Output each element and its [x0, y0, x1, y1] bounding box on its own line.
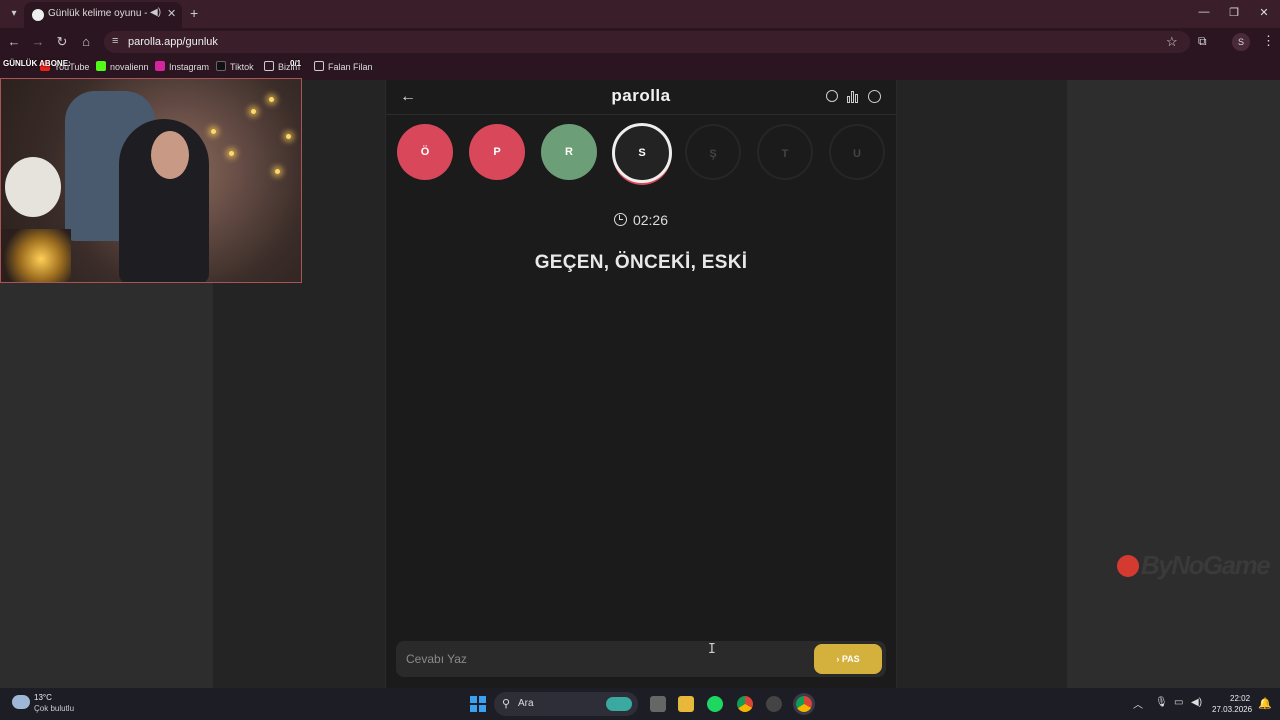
info-icon[interactable] — [826, 90, 838, 102]
bookmark-folder-falan-filan[interactable]: Falan Filan — [314, 61, 373, 72]
menu-icon[interactable]: ⋮ — [1262, 33, 1275, 49]
speaker-icon[interactable]: ◀) — [150, 7, 161, 18]
minimize-icon[interactable]: — — [1196, 6, 1212, 18]
clock-date[interactable]: 27.03.2026 — [1212, 705, 1252, 714]
subscriber-goal-counter: 0/1 — [290, 59, 302, 68]
timer: 02:26 — [386, 212, 896, 228]
profile-icon[interactable] — [868, 90, 881, 103]
letter-circle[interactable]: R — [541, 124, 597, 180]
profile-avatar[interactable]: S — [1232, 33, 1250, 51]
browser-tab[interactable]: Günlük kelime oyunu - parolla ◀) ✕ — [24, 2, 182, 28]
game-container: ← parolla Ö P R S Ş T U 02:26 GEÇEN, ÖNC… — [385, 80, 897, 688]
streamer-face — [151, 131, 189, 179]
notification-bell-icon[interactable]: 🔔 — [1258, 697, 1272, 710]
chevron-right-icon: › — [836, 654, 840, 664]
bookmark-novalienn[interactable]: novalienn — [96, 61, 149, 72]
browser-toolbar: ← → ↻ ⌂ ≡ parolla.app/gunluk ☆ ⧉ S ⋮ — [0, 28, 1280, 56]
microphone-icon[interactable]: 🎙 — [1155, 697, 1168, 708]
bynogame-logo-icon — [1117, 555, 1139, 577]
windows-taskbar: 13°C Çok bulutlu ⚲ Ara ︿ 🎙 ▭ ◀) 22:02 27… — [0, 688, 1280, 720]
parolla-favicon-icon — [32, 9, 44, 21]
new-tab-icon[interactable]: + — [190, 5, 198, 21]
url-text[interactable]: parolla.app/gunluk — [128, 36, 218, 48]
search-icon: ⚲ — [502, 698, 511, 710]
bynogame-watermark: ByNoGame — [1117, 550, 1271, 581]
clock-time[interactable]: 22:02 — [1230, 694, 1250, 703]
forward-icon[interactable]: → — [30, 34, 46, 49]
clue-text: GEÇEN, ÖNCEKİ, ESKİ — [534, 252, 748, 273]
cloud-icon[interactable] — [12, 695, 30, 709]
bookmark-star-icon[interactable]: ☆ — [1166, 34, 1178, 50]
tray-chevron-icon[interactable]: ︿ — [1133, 696, 1143, 711]
windows-start-icon[interactable] — [470, 696, 486, 712]
clock-icon — [613, 213, 627, 226]
bookmarks-bar: YouTube novalienn Instagram Tiktok Bizim… — [0, 56, 1280, 80]
taskbar-search[interactable]: ⚲ Ara — [494, 692, 638, 716]
file-explorer-icon[interactable] — [678, 696, 694, 712]
subscriber-goal-label: GÜNLÜK ABONE: — [3, 59, 71, 68]
tab-search-icon[interactable]: ▾ — [6, 6, 22, 22]
folder-icon — [264, 61, 274, 71]
task-view-icon[interactable] — [650, 696, 666, 712]
teddy-bear — [5, 157, 61, 217]
network-icon[interactable]: ▭ — [1174, 697, 1183, 708]
fairy-lights — [201, 89, 301, 209]
back-icon[interactable]: ← — [6, 34, 22, 49]
bookmark-instagram[interactable]: Instagram — [155, 61, 209, 72]
pass-button[interactable]: › PAS — [814, 644, 882, 674]
letter-circle[interactable]: Ş — [685, 124, 741, 180]
right-side-panel — [1067, 80, 1280, 688]
answer-input[interactable] — [406, 651, 796, 667]
webcam-overlay — [0, 78, 302, 283]
chrome-icon[interactable] — [737, 696, 753, 712]
folder-icon — [314, 61, 324, 71]
letter-circle[interactable]: P — [469, 124, 525, 180]
chrome-active-icon[interactable] — [796, 696, 812, 712]
weather-temperature[interactable]: 13°C — [34, 693, 52, 702]
tiktok-icon — [216, 61, 226, 71]
site-info-icon[interactable]: ≡ — [112, 35, 118, 47]
reload-icon[interactable]: ↻ — [54, 34, 70, 50]
search-highlight-icon — [606, 697, 632, 711]
restore-icon[interactable]: ❐ — [1226, 6, 1242, 19]
home-icon[interactable]: ⌂ — [78, 34, 94, 49]
bookmark-tiktok[interactable]: Tiktok — [216, 61, 254, 72]
spotify-icon[interactable] — [707, 696, 723, 712]
address-bar[interactable]: ≡ parolla.app/gunluk ☆ — [104, 31, 1190, 53]
game-header: ← parolla — [386, 80, 896, 115]
letter-circle[interactable]: T — [757, 124, 813, 180]
volume-icon[interactable]: ◀) — [1191, 697, 1202, 708]
weather-description[interactable]: Çok bulutlu — [34, 704, 74, 713]
tab-title: Günlük kelime oyunu - parolla — [48, 8, 148, 19]
lamp-glow — [1, 229, 71, 282]
text-cursor-icon: I — [708, 642, 716, 657]
letter-circle[interactable]: U — [829, 124, 885, 180]
instagram-icon — [155, 61, 165, 71]
kick-icon — [96, 61, 106, 71]
letter-circle[interactable]: Ö — [397, 124, 453, 180]
close-window-icon[interactable]: ✕ — [1256, 6, 1272, 19]
game-title: parolla — [611, 86, 671, 105]
browser-tab-bar: ▾ Günlük kelime oyunu - parolla ◀) ✕ + —… — [0, 0, 1280, 28]
answer-bar: › PAS — [396, 641, 886, 677]
search-label: Ara — [518, 698, 534, 709]
stats-icon[interactable] — [847, 91, 860, 103]
letter-circle-active[interactable]: S — [612, 123, 672, 183]
close-tab-icon[interactable]: ✕ — [167, 7, 176, 20]
obs-icon[interactable] — [766, 696, 782, 712]
extensions-icon[interactable]: ⧉ — [1198, 34, 1207, 49]
